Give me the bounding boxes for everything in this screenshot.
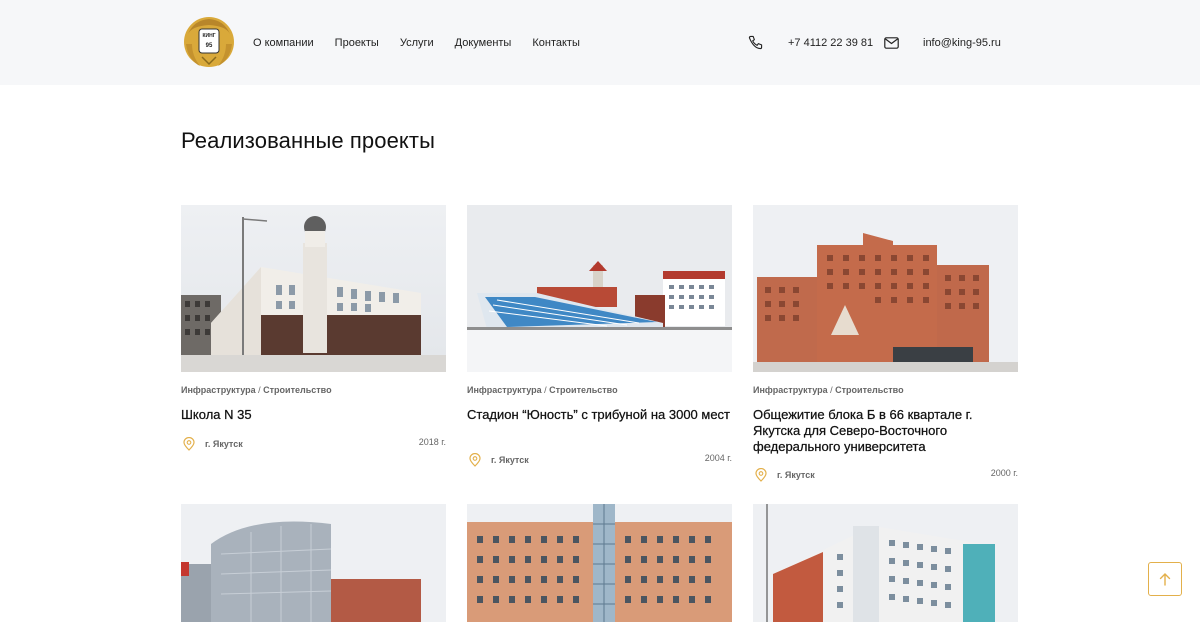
nav-item-projects[interactable]: Проекты	[335, 37, 379, 49]
project-categories: Инфраструктура / Строительство	[181, 385, 332, 395]
location-pin-icon	[183, 437, 195, 451]
page-title: Реализованные проекты	[181, 128, 435, 153]
project-categories: Инфраструктура / Строительство	[467, 385, 618, 395]
mail-icon	[884, 37, 899, 49]
project-categories: Инфраструктура / Строительство	[753, 385, 904, 395]
project-photo[interactable]	[181, 504, 446, 622]
project-year: 2000 г.	[990, 468, 1018, 478]
project-city: г. Якутск	[777, 470, 815, 480]
project-card[interactable]: Инфраструктура / Строительство Общежитие…	[753, 205, 1018, 490]
project-photo[interactable]	[753, 504, 1018, 622]
email-link[interactable]: info@king-95.ru	[923, 37, 1001, 49]
project-photo[interactable]	[467, 205, 732, 372]
svg-text:95: 95	[206, 43, 213, 49]
project-name[interactable]: Стадион “Юность” с трибуной на 3000 мест	[467, 407, 732, 423]
project-city: г. Якутск	[491, 455, 529, 465]
scroll-top-button[interactable]	[1148, 562, 1182, 596]
arrow-up-icon	[1159, 573, 1171, 586]
location-pin-icon	[469, 453, 481, 467]
nav-item-services[interactable]: Услуги	[400, 37, 434, 49]
main-nav: О компании Проекты Услуги Документы Конт…	[253, 37, 601, 49]
svg-text:КИНГ: КИНГ	[202, 33, 215, 39]
project-photo[interactable]	[753, 205, 1018, 372]
company-logo[interactable]: КИНГ 95	[180, 14, 238, 70]
project-year: 2018 г.	[418, 437, 446, 447]
site-header: КИНГ 95 О компании Проекты Услуги Докуме…	[0, 0, 1200, 85]
nav-item-about[interactable]: О компании	[253, 37, 314, 49]
location-pin-icon	[755, 468, 767, 482]
nav-item-documents[interactable]: Документы	[455, 37, 512, 49]
subcategory-link[interactable]: Строительство	[835, 385, 903, 395]
project-city: г. Якутск	[205, 439, 243, 449]
category-link[interactable]: Инфраструктура	[467, 385, 542, 395]
project-card[interactable]: Инфраструктура / Строительство Стадион “…	[467, 205, 732, 475]
category-link[interactable]: Инфраструктура	[181, 385, 256, 395]
project-year: 2004 г.	[704, 453, 732, 463]
project-photo[interactable]	[181, 205, 446, 372]
subcategory-link[interactable]: Строительство	[549, 385, 617, 395]
nav-item-contacts[interactable]: Контакты	[532, 37, 580, 49]
project-photo[interactable]	[467, 504, 732, 622]
phone-icon	[748, 35, 763, 50]
category-link[interactable]: Инфраструктура	[753, 385, 828, 395]
project-name[interactable]: Общежитие блока Б в 66 квартале г. Якутс…	[753, 407, 1018, 455]
project-card[interactable]: Инфраструктура / Строительство Школа N 3…	[181, 205, 446, 465]
phone-number[interactable]: +7 4112 22 39 81	[788, 37, 873, 49]
subcategory-link[interactable]: Строительство	[263, 385, 331, 395]
project-name[interactable]: Школа N 35	[181, 407, 446, 423]
